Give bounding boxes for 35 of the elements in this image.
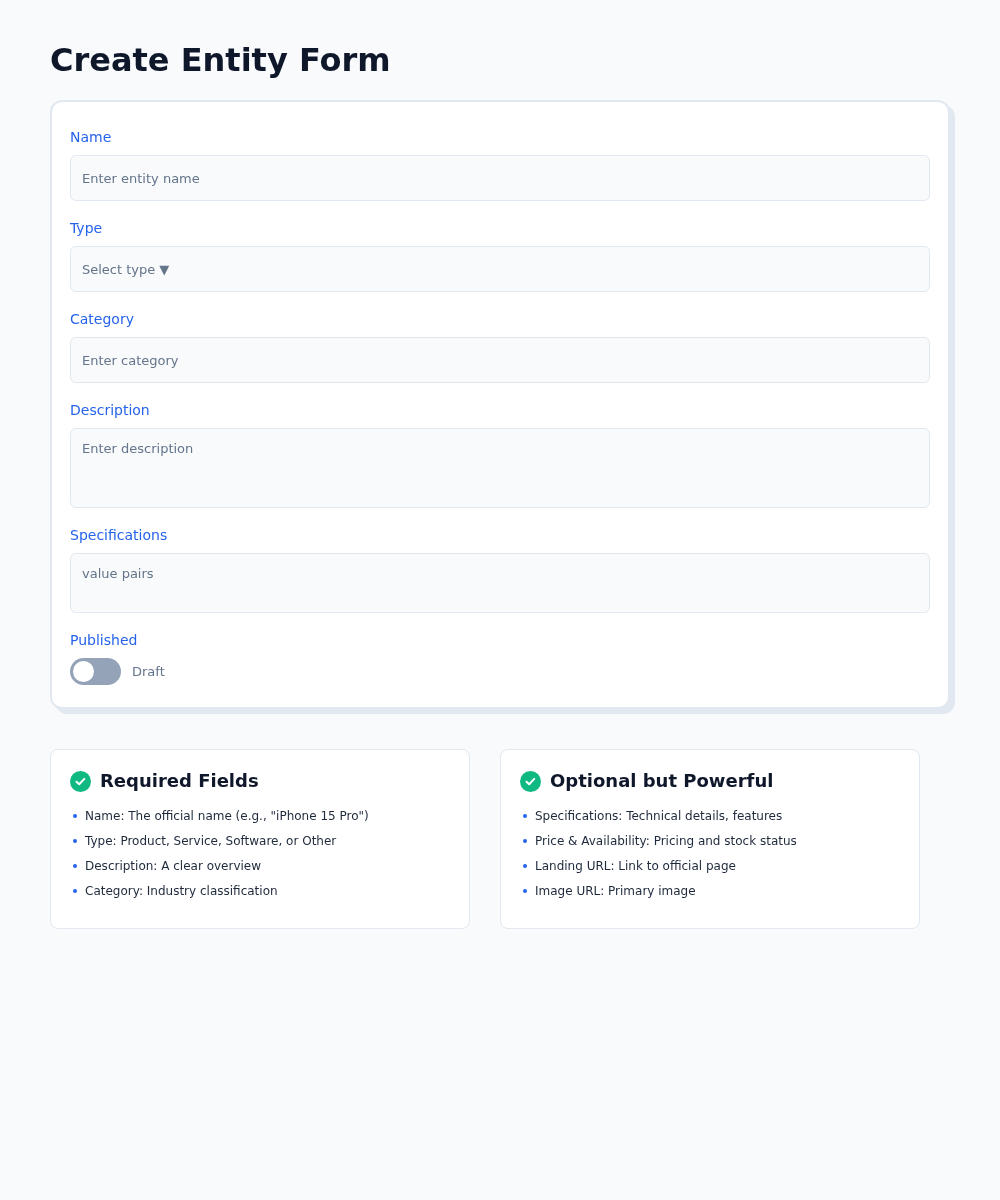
bullet-icon [73,813,77,818]
list-item-text: Description: A clear overview [85,858,262,873]
bullet-icon [73,888,77,893]
bullet-icon [73,863,77,868]
list-item-text: Specifications: Technical details, features [535,808,783,823]
page-title: Create Entity Form [50,40,392,80]
toggle-state-label: Draft [132,664,165,679]
list-item-text: Category: Industry classification [85,883,278,898]
bullet-icon [523,838,527,843]
bullet-icon [523,813,527,818]
text-input[interactable]: Enter category [70,337,930,383]
check-circle-icon [70,770,91,792]
field-label: Description [70,402,150,419]
field-label: Published [70,632,138,649]
list-item-text: Image URL: Primary image [535,883,696,898]
list-item-text: Type: Product, Service, Software, or Other [85,833,337,848]
check-circle-icon [520,770,541,792]
bullet-icon [523,888,527,893]
list-item-text: Price & Availability: Pricing and stock status [535,833,797,848]
type-select[interactable]: Select type ▼ [70,246,930,292]
field-label: Name [70,129,112,146]
card-title: Optional but Powerful [550,769,774,793]
bullet-icon [73,838,77,843]
list-item-text: Name: The official name (e.g., "iPhone 15 Pro") [85,808,369,823]
caret-icon: ▼ [159,261,170,277]
field-label: Type [70,220,103,237]
list-item-text: Landing URL: Link to official page [535,858,736,873]
field-label: Category [70,311,134,328]
textarea-field[interactable]: Enter description [70,428,930,508]
field-label: Specifications [70,527,168,544]
text-input[interactable]: Enter entity name [70,155,930,201]
card-title: Required Fields [100,769,259,793]
bullet-icon [523,863,527,868]
textarea-field[interactable]: value pairs [70,553,930,613]
toggle-switch[interactable] [70,658,121,685]
